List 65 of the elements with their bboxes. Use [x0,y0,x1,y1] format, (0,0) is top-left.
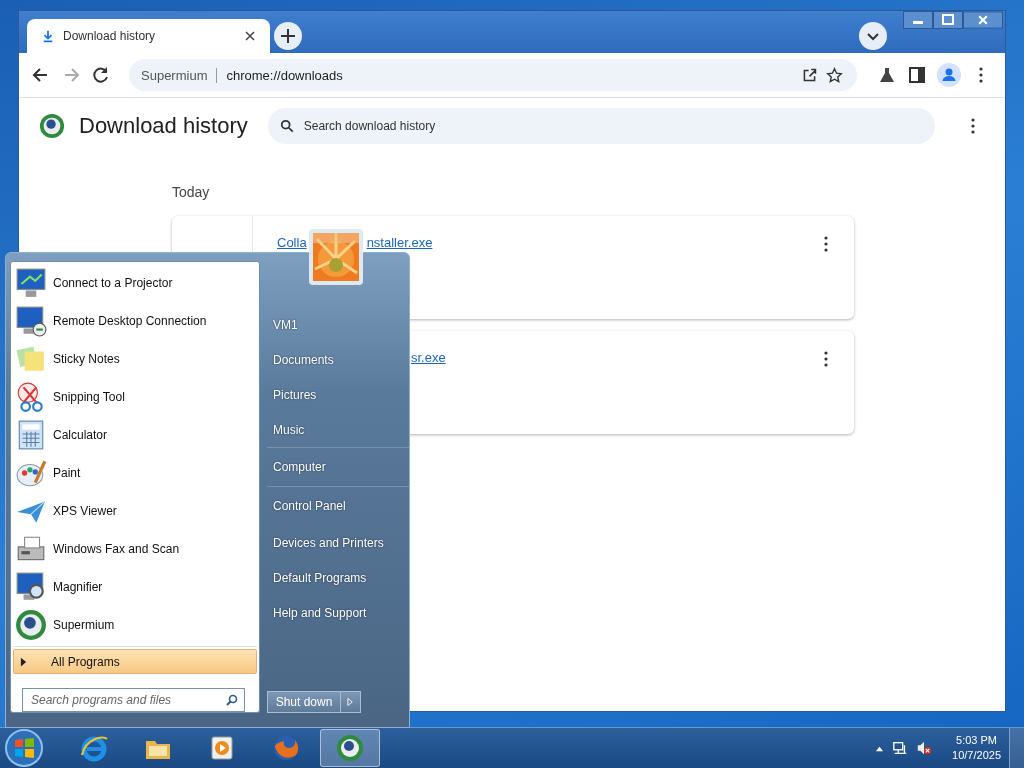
clock-date: 10/7/2025 [952,748,1001,763]
program-item[interactable]: Calculator [13,416,257,454]
globe-logo-icon [15,609,47,641]
program-item[interactable]: Remote Desktop Connection [13,302,257,340]
place-item[interactable]: Pictures [267,377,409,412]
monitor-icon [15,267,47,299]
reload-icon[interactable] [91,65,111,85]
place-item[interactable]: VM1 [267,307,409,342]
program-item[interactable]: Paint [13,454,257,492]
program-item[interactable]: Sticky Notes [13,340,257,378]
triangle-right-icon [20,656,27,667]
place-item[interactable]: Help and Support [267,595,409,630]
star-icon[interactable] [826,66,843,84]
place-item[interactable]: Default Programs [267,560,409,595]
monitor-icon [15,305,47,337]
place-item[interactable]: Computer [267,448,409,486]
new-tab-icon[interactable] [274,22,302,50]
search-bar[interactable]: Search download history [267,108,935,144]
globe-logo-icon [39,113,65,139]
flask-icon[interactable] [877,65,897,85]
triangle-right-icon [347,697,354,707]
search-icon [279,119,294,133]
volume-muted-icon[interactable] [916,740,933,756]
site-label: Supermium [141,67,218,83]
program-item[interactable]: Connect to a Projector [13,264,257,302]
monitor-icon [15,571,47,603]
browser-tab[interactable]: Download history [27,19,270,53]
place-item[interactable]: Music [267,412,409,447]
globe-logo-icon [335,733,365,763]
download-icon [41,29,55,43]
clock-time: 5:03 PM [956,733,997,748]
file-link[interactable]: Colla [277,235,307,250]
close-icon[interactable] [963,11,1003,29]
program-item[interactable]: XPS Viewer [13,492,257,530]
profile-icon[interactable] [937,63,961,87]
shut-down-options-button[interactable] [341,691,361,713]
program-item[interactable]: Magnifier [13,568,257,606]
search-icon [226,694,238,707]
fox-globe-icon [271,733,301,763]
all-programs-item[interactable]: All Programs [13,649,257,675]
shut-down-button[interactable]: Shut down [267,691,341,713]
minimize-icon[interactable] [903,11,933,29]
file-link[interactable]: sr.exe [411,350,446,365]
date-heading: Today [172,184,211,200]
program-item[interactable]: Snipping Tool [13,378,257,416]
taskbar-app[interactable] [320,729,380,767]
clock[interactable]: 5:03 PM 10/7/2025 [952,733,1001,763]
maximize-icon[interactable] [933,11,963,29]
start-button[interactable] [4,728,44,768]
place-item[interactable]: Devices and Printers [267,525,409,560]
close-icon[interactable] [244,30,256,42]
url-text: chrome://downloads [225,67,343,83]
chevron-down-icon[interactable] [859,22,887,50]
search-bar[interactable]: Search programs and files [22,688,245,712]
network-icon[interactable] [892,740,909,756]
search-field[interactable]: Search download history [301,118,923,134]
side-panel-icon[interactable] [907,65,927,85]
program-item[interactable]: Windows Fax and Scan [13,530,257,568]
share-icon[interactable] [801,66,818,84]
page-title: Download history [79,113,248,139]
program-item[interactable]: Supermium [13,606,257,644]
place-item[interactable]: Documents [267,342,409,377]
file-link[interactable]: nstaller.exe [366,235,433,250]
address-bar[interactable]: Supermium chrome://downloads [129,59,857,91]
place-item[interactable]: Control Panel [267,487,409,525]
